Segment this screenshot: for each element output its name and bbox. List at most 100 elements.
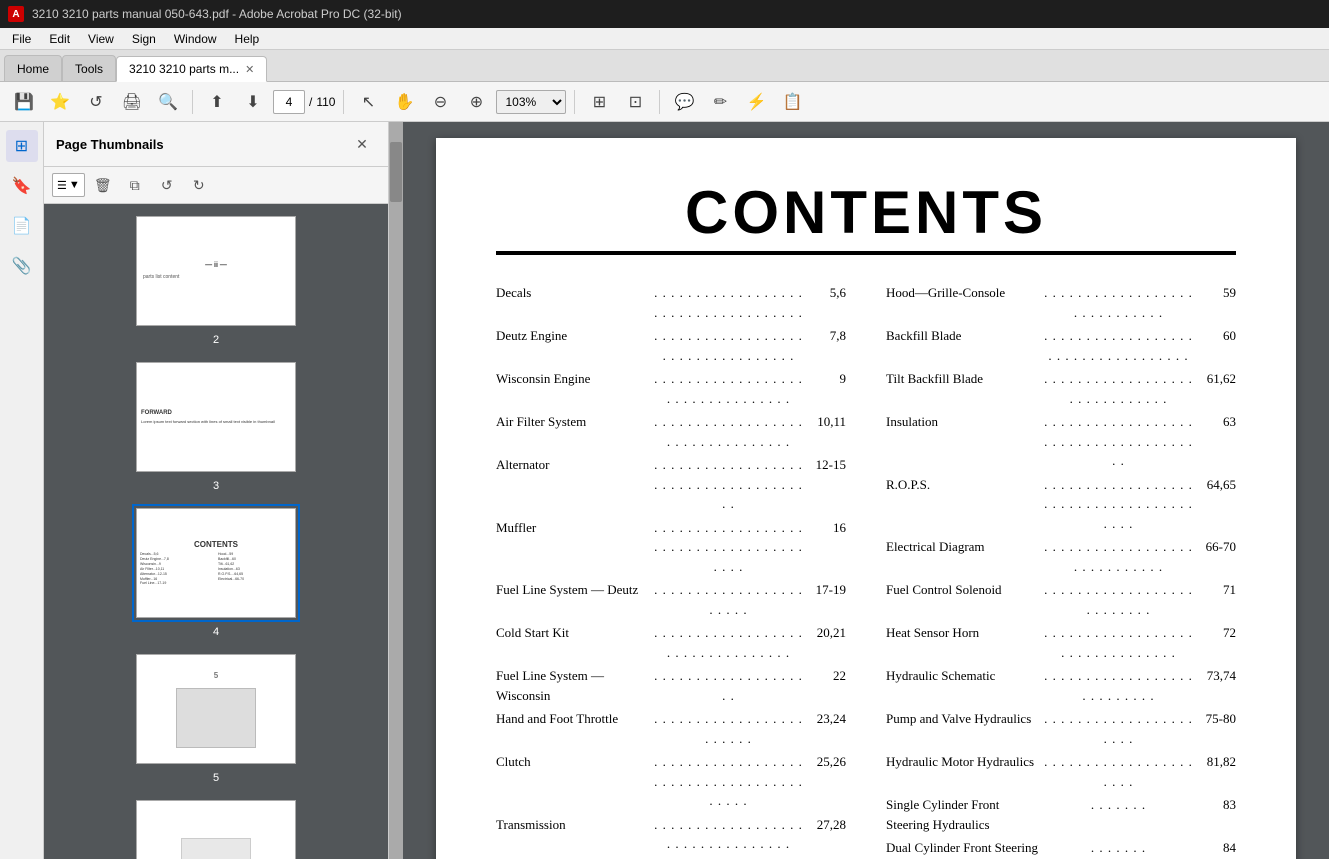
toc-entry-airfilter: Air Filter System . . . . . . . . . . . … [496,412,846,451]
zoom-select[interactable]: 103% 50% 75% 100% 125% 150% 200% [496,90,566,114]
tab-close-icon[interactable]: ✕ [245,63,254,76]
pdf-area[interactable]: CONTENTS Decals . . . . . . . . . . . . … [403,122,1329,859]
menu-sign[interactable]: Sign [124,30,164,48]
menu-file[interactable]: File [4,30,39,48]
thumbnails-area[interactable]: — ii — parts list content 2 FORWARD L [44,204,388,859]
sidebar-scroll-thumb[interactable] [390,142,402,202]
menu-help[interactable]: Help [227,30,268,48]
thumbnail-label-3: 3 [213,480,219,492]
thumb-content-5: 5 [172,667,260,752]
sidebar-undo-button[interactable]: ↺ [153,171,181,199]
toc-entry-electrical: Electrical Diagram . . . . . . . . . . .… [886,537,1236,576]
zoom-out-button[interactable]: ⊖ [424,86,456,118]
thumbnail-item-6[interactable]: 6 [52,796,380,859]
toc-entry-singlecylinder: Single Cylinder Front Steering Hydraulic… [886,795,1236,834]
sidebar-options-dropdown[interactable]: ☰ ▼ [52,173,85,197]
thumbnail-item-2[interactable]: — ii — parts list content 2 [52,212,380,346]
highlight-button[interactable]: ✏ [704,86,736,118]
contents-title: CONTENTS [496,178,1236,247]
toc-entry-muffler: Muffler . . . . . . . . . . . . . . . . … [496,518,846,577]
app-icon: A [8,6,24,22]
thumbnail-img-3: FORWARD Lorem ipsum text forward section… [136,362,296,472]
sidebar-extract-button[interactable]: ⧉ [121,171,149,199]
toc-entry-fuelcontrol: Fuel Control Solenoid . . . . . . . . . … [886,580,1236,619]
tab-home[interactable]: Home [4,55,62,81]
menu-bar: File Edit View Sign Window Help [0,28,1329,50]
thumbnail-item-5[interactable]: 5 5 [52,650,380,784]
pdf-page: CONTENTS Decals . . . . . . . . . . . . … [436,138,1296,859]
search-button[interactable]: 🔍 [152,86,184,118]
toc-entry-deutz: Deutz Engine . . . . . . . . . . . . . .… [496,326,846,365]
history-button[interactable]: ↺ [80,86,112,118]
menu-view[interactable]: View [80,30,122,48]
page-input[interactable] [273,90,305,114]
total-pages: 110 [316,95,335,109]
select-tool-button[interactable]: ↖ [352,86,384,118]
thumb-content-6 [177,818,255,859]
sidebar: Page Thumbnails ✕ ☰ ▼ 🗑 ⧉ ↺ ↻ [44,122,389,859]
strikethrough-button[interactable]: ⚡ [740,86,772,118]
toc-entry-transmission: Transmission . . . . . . . . . . . . . .… [496,815,846,854]
thumbnails-icon-button[interactable]: ⊞ [6,130,38,162]
page-navigation: / 110 [273,90,335,114]
sidebar-close-button[interactable]: ✕ [348,130,376,158]
attachments-icon-button[interactable]: 📎 [6,250,38,282]
thumbnail-label-2: 2 [213,334,219,346]
sidebar-redo-button[interactable]: ↻ [185,171,213,199]
fit-width-button[interactable]: ⊡ [619,86,651,118]
layers-icon-button[interactable]: 📄 [6,210,38,242]
thumbnail-img-5: 5 [136,654,296,764]
toc-entry-hydraulicschematic: Hydraulic Schematic . . . . . . . . . . … [886,666,1236,705]
next-page-button[interactable]: ⬇ [237,86,269,118]
thumbnail-label-5: 5 [213,772,219,784]
menu-window[interactable]: Window [166,30,225,48]
menu-edit[interactable]: Edit [41,30,78,48]
toolbar-separator-3 [574,90,575,114]
toolbar-separator-1 [192,90,193,114]
fit-page-button[interactable]: ⊞ [583,86,615,118]
toc-entry-handfoot: Hand and Foot Throttle . . . . . . . . .… [496,709,846,748]
thumbnail-label-4: 4 [213,626,219,638]
thumbnail-frame-4: CONTENTS Decals...5,6Deutz Engine...7,8W… [132,504,300,622]
sidebar-scroll-track[interactable] [389,122,403,859]
main-layout: ⊞ 🔖 📄 📎 Page Thumbnails ✕ ☰ ▼ 🗑 ⧉ ↺ ↻ [0,122,1329,859]
thumbnail-img-4: CONTENTS Decals...5,6Deutz Engine...7,8W… [136,508,296,618]
contents-underline [496,251,1236,255]
toolbar-separator-4 [659,90,660,114]
contents-columns: Decals . . . . . . . . . . . . . . . . .… [496,283,1236,859]
thumb-content-3: FORWARD Lorem ipsum text forward section… [137,406,295,429]
toc-entry-clutch: Clutch . . . . . . . . . . . . . . . . .… [496,752,846,811]
toc-entry-backfill: Backfill Blade . . . . . . . . . . . . .… [886,326,1236,365]
toc-right-column: Hood—Grille-Console . . . . . . . . . . … [886,283,1236,859]
tab-tools[interactable]: Tools [62,55,116,81]
tab-home-label: Home [17,62,49,76]
thumbnail-frame-6 [132,796,300,859]
toc-entry-fuelline-deutz: Fuel Line System — Deutz . . . . . . . .… [496,580,846,619]
sidebar-container: ⊞ 🔖 📄 📎 Page Thumbnails ✕ ☰ ▼ 🗑 ⧉ ↺ ↻ [0,122,389,859]
save-button[interactable]: 💾 [8,86,40,118]
thumbnail-frame-3: FORWARD Lorem ipsum text forward section… [132,358,300,476]
toc-entry-fuelline-wisc: Fuel Line System — Wisconsin . . . . . .… [496,666,846,705]
toc-entry-alternator: Alternator . . . . . . . . . . . . . . .… [496,455,846,514]
thumbnail-frame-2: — ii — parts list content [132,212,300,330]
thumbnail-item-4[interactable]: CONTENTS Decals...5,6Deutz Engine...7,8W… [52,504,380,638]
sidebar-dropdown-arrow: ▼ [69,179,80,191]
hand-tool-button[interactable]: ✋ [388,86,420,118]
tab-document[interactable]: 3210 3210 parts m... ✕ [116,56,267,82]
toc-left-column: Decals . . . . . . . . . . . . . . . . .… [496,283,846,859]
zoom-in-button[interactable]: ⊕ [460,86,492,118]
bookmark-button[interactable]: ⭐ [44,86,76,118]
toolbar-separator-2 [343,90,344,114]
toc-entry-rops: R.O.P.S. . . . . . . . . . . . . . . . .… [886,475,1236,534]
stamp-button[interactable]: 📋 [776,86,808,118]
thumbnail-item-3[interactable]: FORWARD Lorem ipsum text forward section… [52,358,380,492]
thumb-content-2: — ii — parts list content [137,255,295,288]
tab-bar: Home Tools 3210 3210 parts m... ✕ [0,50,1329,82]
prev-page-button[interactable]: ⬆ [201,86,233,118]
comment-button[interactable]: 💬 [668,86,700,118]
toc-entry-wisconsin: Wisconsin Engine . . . . . . . . . . . .… [496,369,846,408]
print-button[interactable]: 🖨 [116,86,148,118]
sidebar-delete-button[interactable]: 🗑 [89,171,117,199]
bookmarks-icon-button[interactable]: 🔖 [6,170,38,202]
thumbnail-img-6 [136,800,296,859]
